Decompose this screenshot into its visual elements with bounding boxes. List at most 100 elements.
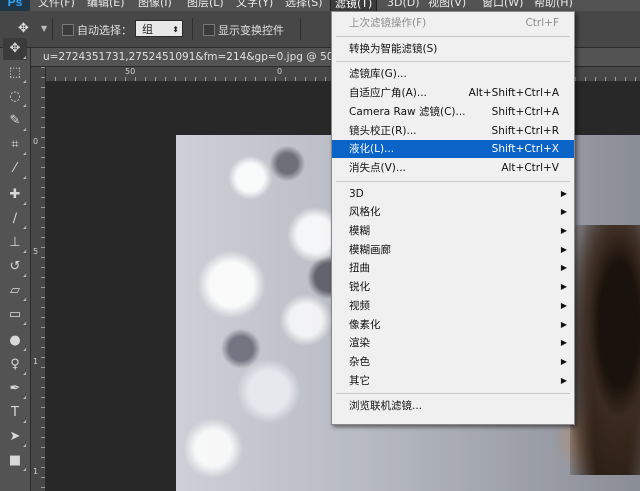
menu-layer[interactable]: 图层(L) [187, 0, 224, 10]
menu-item-submenu-video[interactable]: 视频 ▶ [332, 297, 574, 315]
auto-select-value: 组 [142, 23, 153, 36]
submenu-arrow-icon: ▶ [560, 338, 567, 348]
move-tool[interactable]: ✥ [3, 38, 27, 60]
ruler-tick-label: 0 [277, 67, 283, 76]
menu-item-shortcut: Alt+Shift+Ctrl+A [468, 87, 559, 100]
menu-file[interactable]: 文件(F) [38, 0, 75, 10]
quick-select-tool[interactable]: ✎ [3, 110, 27, 132]
menu-filter[interactable]: 滤镜(T) [330, 0, 378, 11]
menu-item-submenu-sharpen[interactable]: 锐化 ▶ [332, 278, 574, 296]
crop-tool[interactable]: ⌗ [3, 134, 27, 156]
history-brush-icon: ↺ [9, 259, 21, 274]
eyedropper-tool[interactable]: ⁄ [3, 158, 27, 180]
ruler-scale [41, 67, 45, 491]
history-brush-tool[interactable]: ↺ [3, 256, 27, 278]
dodge-tool[interactable]: ♀ [3, 354, 27, 376]
submenu-arrow-icon: ▶ [560, 356, 567, 366]
type-icon: T [11, 405, 19, 420]
show-transform-checkbox[interactable] [203, 24, 215, 36]
brush-tool[interactable]: ∕ [3, 208, 27, 230]
tool-flyout-indicator [23, 152, 26, 155]
tool-flyout-indicator [23, 348, 26, 351]
menu-item-submenu-distort[interactable]: 扭曲 ▶ [332, 259, 574, 277]
menu-item-label: 风格化 [349, 206, 381, 219]
submenu-arrow-icon: ▶ [560, 207, 567, 217]
menu-help[interactable]: 帮助(H) [534, 0, 573, 10]
menu-item-label: 视频 [349, 299, 370, 312]
tool-flyout-indicator [23, 420, 26, 423]
auto-select-checkbox[interactable] [62, 24, 74, 36]
menu-item-label: 浏览联机滤镜... [349, 400, 423, 413]
quick-select-icon: ✎ [9, 113, 21, 128]
tool-flyout-indicator [23, 250, 26, 253]
ruler-vertical[interactable]: 0 5 1 1 [31, 67, 46, 491]
show-transform-label: 显示变换控件 [218, 24, 284, 37]
tool-flyout-indicator [23, 104, 26, 107]
menu-item-browse-online-filters[interactable]: 浏览联机滤镜... [332, 397, 574, 415]
chevron-down-icon[interactable]: ▼ [41, 24, 47, 33]
updown-arrow-icon: ⬍ [172, 25, 179, 34]
lasso-tool[interactable]: ◌ [3, 86, 27, 108]
blur-tool[interactable]: ● [3, 330, 27, 352]
menu-item-camera-raw-filter[interactable]: Camera Raw 滤镜(C)... Shift+Ctrl+A [332, 103, 574, 121]
separator [300, 18, 301, 40]
menu-item-filter-gallery[interactable]: 滤镜库(G)... [332, 65, 574, 83]
tool-flyout-indicator [23, 176, 26, 179]
menu-3d[interactable]: 3D(D) [387, 0, 420, 10]
menu-item-shortcut: Ctrl+F [525, 17, 559, 29]
ruler-tick-label: 5 [33, 247, 39, 256]
menu-item-label: 滤镜库(G)... [349, 68, 407, 81]
stamp-tool[interactable]: ⊥ [3, 232, 27, 254]
menu-item-submenu-blur-gallery[interactable]: 模糊画廊 ▶ [332, 241, 574, 259]
filter-dropdown-menu: 上次滤镜操作(F) Ctrl+F 转换为智能滤镜(S) 滤镜库(G)... 自适应广角(… [331, 11, 575, 425]
move-tool-preset-icon[interactable]: ✥ [18, 21, 29, 36]
tool-flyout-indicator [23, 322, 26, 325]
menu-separator [336, 180, 570, 182]
menu-item-label: 转换为智能滤镜(S) [349, 42, 438, 55]
path-select-tool[interactable]: ➤ [3, 426, 27, 448]
eraser-icon: ▱ [10, 283, 20, 298]
tool-flyout-indicator [23, 80, 26, 83]
tool-flyout-indicator [23, 468, 26, 471]
menu-view[interactable]: 视图(V) [428, 0, 466, 10]
menu-image[interactable]: 图像(I) [138, 0, 172, 10]
menu-item-lens-correction[interactable]: 镜头校正(R)... Shift+Ctrl+R [332, 122, 574, 140]
gradient-tool[interactable]: ▭ [3, 304, 27, 326]
menu-item-convert-smart-filter[interactable]: 转换为智能滤镜(S) [332, 40, 574, 58]
menu-window[interactable]: 窗口(W) [482, 0, 523, 10]
auto-select-dropdown[interactable]: 组 ⬍ [135, 20, 183, 37]
menu-item-vanishing-point[interactable]: 消失点(V)... Alt+Ctrl+V [332, 159, 574, 177]
menu-item-submenu-render[interactable]: 渲染 ▶ [332, 334, 574, 352]
menu-item-submenu-3d[interactable]: 3D ▶ [332, 185, 574, 203]
menu-item-submenu-other[interactable]: 其它 ▶ [332, 372, 574, 390]
marquee-tool[interactable]: ⬚ [3, 62, 27, 84]
arrow-icon: ➤ [9, 429, 21, 444]
rectangle-icon: ■ [8, 453, 22, 468]
menu-select[interactable]: 选择(S) [285, 0, 323, 10]
menu-item-label: 渲染 [349, 337, 370, 350]
menu-item-submenu-stylize[interactable]: 风格化 ▶ [332, 203, 574, 221]
menu-item-submenu-blur[interactable]: 模糊 ▶ [332, 222, 574, 240]
menu-item-submenu-noise[interactable]: 杂色 ▶ [332, 353, 574, 371]
type-tool[interactable]: T [3, 402, 27, 424]
pen-tool[interactable]: ✒ [3, 378, 27, 400]
auto-select-label: 自动选择： [77, 24, 132, 37]
menu-separator [336, 61, 570, 63]
menu-item-label: 锐化 [349, 281, 370, 294]
shape-tool[interactable]: ■ [3, 450, 27, 472]
menu-item-shortcut: Alt+Ctrl+V [501, 161, 559, 174]
menu-item-label: 液化(L)... [349, 143, 395, 156]
healing-tool[interactable]: ✚ [3, 184, 27, 206]
eraser-tool[interactable]: ▱ [3, 280, 27, 302]
ruler-tick-label: 50 [125, 67, 136, 76]
menu-item-liquify[interactable]: 液化(L)... Shift+Ctrl+X [332, 140, 574, 159]
menu-edit[interactable]: 编辑(E) [87, 0, 125, 10]
menu-item-label: 上次滤镜操作(F) [349, 17, 427, 29]
menu-type[interactable]: 文字(Y) [236, 0, 273, 10]
menu-item-label: 镜头校正(R)... [349, 124, 417, 137]
menu-item-adaptive-wide-angle[interactable]: 自适应广角(A)... Alt+Shift+Ctrl+A [332, 84, 574, 102]
menu-item-submenu-pixelate[interactable]: 像素化 ▶ [332, 316, 574, 334]
toolbox: ✥ ⬚ ◌ ✎ ⌗ ⁄ ✚ ∕ ⊥ ↺ ▱ ▭ ● ♀ ✒ T ➤ ■ [0, 38, 31, 491]
menu-item-label: 杂色 [349, 355, 370, 368]
gradient-icon: ▭ [8, 307, 22, 322]
